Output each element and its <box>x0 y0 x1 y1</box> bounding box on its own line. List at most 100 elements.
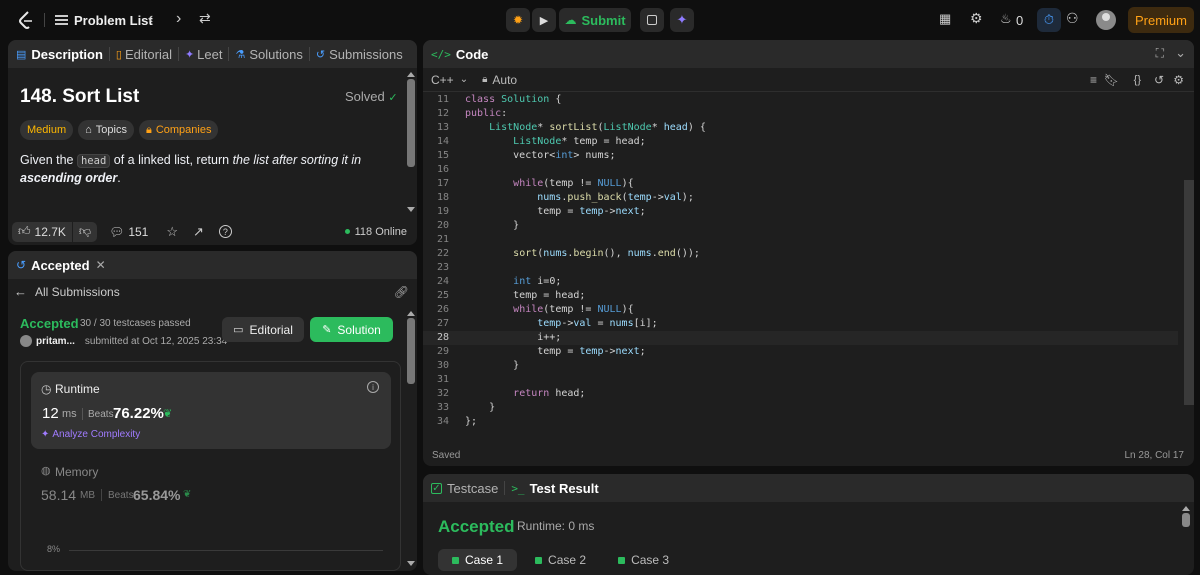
code-text: }; <box>465 416 478 427</box>
runtime-label: Runtime <box>55 382 100 396</box>
code-line[interactable]: 23 <box>423 261 1178 275</box>
code-line[interactable]: 29 temp = temp->next; <box>423 345 1178 359</box>
add-friend-icon[interactable]: ⚇ <box>1066 10 1079 27</box>
shuffle-icon[interactable]: ⇄ <box>199 10 211 27</box>
topics-label: Topics <box>95 124 127 136</box>
username[interactable]: pritam... <box>36 336 75 347</box>
tab-test-result[interactable]: Test Result <box>530 481 599 496</box>
settings-icon[interactable]: ⚙ <box>1173 73 1184 87</box>
submit-button[interactable]: ☁ Submit <box>559 8 631 32</box>
tab-testcase[interactable]: Testcase <box>447 481 498 496</box>
auto-mode[interactable]: Auto <box>492 73 517 87</box>
result-scrollbar[interactable] <box>1182 506 1190 572</box>
code-line[interactable]: 13 ListNode* sortList(ListNode* head) { <box>423 121 1178 135</box>
memory-card[interactable]: ◍ Memory 58.14 MB Beats 65.84% ❦ <box>31 457 391 517</box>
debug-button[interactable]: ✹ <box>506 8 530 32</box>
bookmark-icon[interactable]: 🔖︎ <box>1104 73 1119 87</box>
runtime-card[interactable]: ◷ Runtime i 12 ms Beats 76.22% ❦ ✦ Analy… <box>31 372 391 449</box>
code-line[interactable]: 24 int i=0; <box>423 275 1178 289</box>
premium-button[interactable]: Premium <box>1128 7 1194 33</box>
description-scrollbar[interactable] <box>407 72 415 212</box>
editorial-button-label: Editorial <box>249 322 293 337</box>
code-line[interactable]: 16 <box>423 163 1178 177</box>
reset-icon[interactable]: ↺ <box>1154 73 1164 87</box>
code-line[interactable]: 30 } <box>423 359 1178 373</box>
language-select[interactable]: C++ <box>431 73 454 87</box>
chevron-down-icon[interactable]: ⌄ <box>460 74 468 85</box>
case-tab[interactable]: Case 3 <box>604 549 683 571</box>
code-line[interactable]: 33 } <box>423 401 1178 415</box>
code-line[interactable]: 15 vector<int> nums; <box>423 149 1178 163</box>
back-arrow-icon[interactable]: ← <box>14 284 27 299</box>
code-line[interactable]: 19 temp = temp->next; <box>423 205 1178 219</box>
info-icon[interactable]: i <box>367 381 379 393</box>
code-editor[interactable]: 11 class Solution {12 public: 13 ListNode* … <box>423 93 1178 433</box>
close-tab-icon[interactable]: ✕ <box>96 258 106 272</box>
avatar[interactable] <box>1096 10 1116 30</box>
share-icon[interactable]: ↗ <box>193 224 204 240</box>
timer-button[interactable]: ⏱ <box>1037 8 1061 32</box>
case-tab[interactable]: Case 2 <box>521 549 600 571</box>
problem-title[interactable]: 148. Sort List <box>20 86 139 108</box>
comments-button[interactable]: 💬︎ 151 <box>109 225 148 239</box>
ai-assist-button[interactable]: ✦ <box>670 8 694 32</box>
description-panel: ▤ Description ▯ Editorial ✦ Leet ⚗ Solut… <box>8 40 417 245</box>
chart-gridline <box>69 550 383 551</box>
code-line[interactable]: 18 nums.push_back(temp->val); <box>423 191 1178 205</box>
submission-panel: ↺ Accepted ✕ ← All Submissions 🔗︎ Accept… <box>8 251 417 571</box>
help-icon[interactable]: ? <box>218 225 232 238</box>
tab-accepted[interactable]: Accepted <box>31 258 90 273</box>
code-text: temp = head; <box>465 290 586 301</box>
user-avatar[interactable] <box>20 335 32 347</box>
code-line[interactable]: 28 i++; <box>423 331 1178 345</box>
code-scrollbar[interactable] <box>1184 180 1194 405</box>
result-status: Accepted <box>438 517 515 536</box>
format-icon[interactable]: ≡ <box>1090 73 1097 87</box>
analyze-complexity-link[interactable]: ✦ Analyze Complexity <box>41 429 140 440</box>
link-icon[interactable]: 🔗︎ <box>394 285 409 299</box>
solutions-flask-icon: ⚗ <box>235 48 246 61</box>
code-line[interactable]: 22 sort(nums.begin(), nums.end()); <box>423 247 1178 261</box>
dislike-button[interactable]: 👎︎ <box>72 221 98 242</box>
prev-problem-icon[interactable]: ‹ <box>148 10 153 28</box>
submission-scrollbar[interactable] <box>407 311 415 566</box>
notes-button[interactable] <box>640 8 664 32</box>
like-button[interactable]: 👍︎ 12.7K <box>12 221 72 242</box>
collapse-icon[interactable]: ⌄ <box>1175 45 1186 61</box>
code-line[interactable]: 31 <box>423 373 1178 387</box>
code-line[interactable]: 14 ListNode* temp = head; <box>423 135 1178 149</box>
tab-description[interactable]: Description <box>31 47 103 62</box>
star-icon[interactable]: ☆ <box>166 224 178 240</box>
leetcode-logo-icon[interactable] <box>17 10 35 30</box>
problem-list-link[interactable]: Problem List <box>74 13 153 28</box>
problem-list-icon[interactable] <box>54 13 68 27</box>
editorial-button[interactable]: ▭ Editorial <box>222 317 304 342</box>
braces-icon[interactable]: {} <box>1134 74 1141 86</box>
code-line[interactable]: 27 temp->val = nums[i]; <box>423 317 1178 331</box>
code-line[interactable]: 25 temp = head; <box>423 289 1178 303</box>
settings-gear-icon[interactable]: ⚙ <box>970 10 983 27</box>
case-tab[interactable]: Case 1 <box>438 549 518 571</box>
code-line[interactable]: 26 while(temp != NULL){ <box>423 303 1178 317</box>
code-line[interactable]: 34}; <box>423 415 1178 429</box>
code-line[interactable]: 12 public: <box>423 107 1178 121</box>
all-submissions-link[interactable]: All Submissions <box>35 285 120 299</box>
code-line[interactable]: 20 } <box>423 219 1178 233</box>
tab-submissions[interactable]: Submissions <box>329 47 403 62</box>
topics-chip[interactable]: ⌂ Topics <box>78 120 134 140</box>
tab-editorial[interactable]: Editorial <box>125 47 172 62</box>
next-problem-icon[interactable]: › <box>176 10 181 28</box>
streak-fire-icon[interactable]: ♨ <box>1000 11 1012 27</box>
code-line[interactable]: 21 <box>423 233 1178 247</box>
code-line[interactable]: 17 while(temp != NULL){ <box>423 177 1178 191</box>
maximize-icon[interactable]: ⛶ <box>1156 46 1164 61</box>
code-line[interactable]: 32 return head; <box>423 387 1178 401</box>
layout-grid-icon[interactable]: ▦ <box>939 11 951 27</box>
run-button[interactable]: ▶ <box>532 8 556 32</box>
tab-solutions[interactable]: Solutions <box>249 47 302 62</box>
code-line[interactable]: 11 class Solution { <box>423 93 1178 107</box>
tab-leet[interactable]: Leet <box>197 47 222 62</box>
solution-button[interactable]: ✎ Solution <box>310 317 393 342</box>
companies-chip[interactable]: 🔒︎ Companies <box>138 120 219 140</box>
